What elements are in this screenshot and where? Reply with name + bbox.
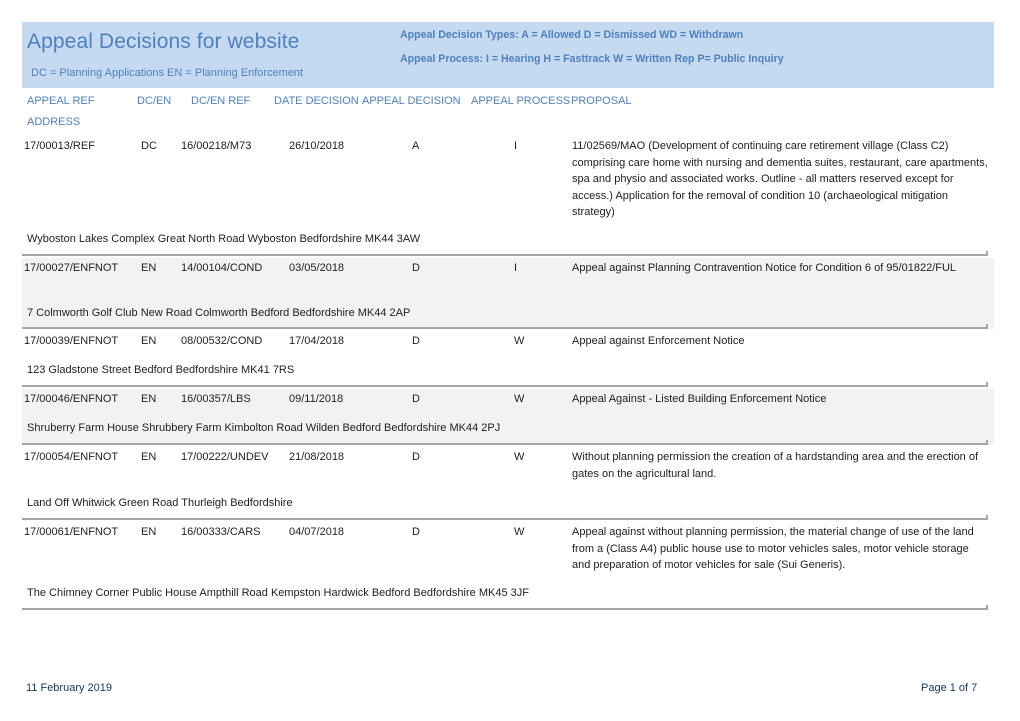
- date-decision-cell: 17/04/2018: [289, 335, 345, 347]
- proposal-cell: Appeal against Planning Contravention No…: [572, 262, 957, 274]
- dc-en-cell: DC: [141, 140, 157, 152]
- appeal-process-cell: W: [514, 451, 525, 463]
- appeal-decision-cell: D: [412, 451, 420, 463]
- type-legend: DC = Planning Applications EN = Planning…: [31, 67, 304, 79]
- appeal-process-cell: W: [514, 393, 525, 405]
- row-divider: [22, 608, 988, 610]
- appeal-decision-cell: D: [412, 393, 420, 405]
- dc-en-ref-cell: 17/00222/UNDEV: [181, 451, 269, 463]
- footer-date: 11 February 2019: [26, 682, 113, 694]
- column-header-dc-en-ref: DC/EN REF: [191, 95, 251, 107]
- appeal-process-cell: I: [514, 262, 518, 274]
- appeal-decision-cell: D: [412, 335, 420, 347]
- proposal-cell: Appeal against without planning permissi…: [572, 526, 974, 571]
- appeal-decision-cell: D: [412, 262, 420, 274]
- column-header-appeal-ref: APPEAL REF: [27, 95, 95, 107]
- row-divider-end: [986, 382, 988, 387]
- appeal-process-cell: I: [514, 140, 518, 152]
- column-header-appeal-decision: APPEAL DECISION: [362, 95, 461, 107]
- dc-en-cell: EN: [141, 335, 157, 347]
- table-row: 17/00039/ENFNOT EN 08/00532/COND 17/04/2018…: [22, 331, 994, 387]
- dc-en-ref-cell: 14/00104/COND: [181, 262, 263, 274]
- row-divider-end: [986, 515, 988, 520]
- appeal-ref-cell: 17/00061/ENFNOT: [24, 526, 119, 538]
- date-decision-cell: 09/11/2018: [289, 393, 344, 405]
- column-header-appeal-process: APPEAL PROCESS: [471, 95, 571, 107]
- row-divider: [22, 518, 988, 520]
- table-row: 17/00046/ENFNOT EN 16/00357/LBS 09/11/2018 D…: [22, 389, 994, 445]
- table-row: 17/00027/ENFNOT EN 14/00104/COND 03/05/2018…: [22, 258, 994, 329]
- column-header-dc-en: DC/EN: [137, 95, 172, 107]
- address-cell: 7 Colmworth Golf Club New Road Colmworth…: [27, 307, 411, 319]
- page-title: Appeal Decisions for website: [27, 30, 300, 53]
- address-cell: 123 Gladstone Street Bedford Bedfordshir…: [27, 364, 295, 376]
- address-cell: Wyboston Lakes Complex Great North Road …: [27, 233, 421, 245]
- proposal-cell: Appeal Against - Listed Building Enforce…: [572, 393, 827, 405]
- page-number: Page 1 of 7: [921, 682, 978, 694]
- address-cell: Land Off Whitwick Green Road Thurleigh B…: [27, 497, 293, 509]
- dc-en-ref-cell: 16/00218/M73: [181, 140, 252, 152]
- address-cell: Shruberry Farm House Shrubbery Farm Kimb…: [27, 422, 501, 434]
- dc-en-cell: EN: [141, 526, 157, 538]
- report-page: Appeal Decisions for website DC = Planni…: [0, 0, 1020, 721]
- date-decision-cell: 04/07/2018: [289, 526, 345, 538]
- appeal-process-cell: W: [514, 526, 525, 538]
- column-header-proposal: PROPOSAL: [571, 95, 632, 107]
- appeal-decision-cell: D: [412, 526, 420, 538]
- proposal-cell: 11/02569/MAO (Development of continuing …: [572, 140, 988, 218]
- column-header-date-decision: DATE DECISION: [274, 95, 359, 107]
- appeal-ref-cell: 17/00054/ENFNOT: [24, 451, 119, 463]
- proposal-cell: Without planning permission the creation…: [572, 451, 979, 480]
- date-decision-cell: 26/10/2018: [289, 140, 345, 152]
- address-cell: The Chimney Corner Public House Ampthill…: [27, 587, 529, 599]
- table-row: 17/00061/ENFNOT EN 16/00333/CARS 04/07/2018…: [22, 522, 994, 610]
- appeal-process-legend: Appeal Process: I = Hearing H = Fasttrac…: [400, 53, 784, 65]
- row-divider-end: [986, 251, 988, 256]
- appeal-process-cell: W: [514, 335, 525, 347]
- decision-types-legend: Appeal Decision Types: A = Allowed D = D…: [400, 29, 744, 41]
- appeal-ref-cell: 17/00027/ENFNOT: [24, 262, 119, 274]
- dc-en-ref-cell: 08/00532/COND: [181, 335, 263, 347]
- row-divider: [22, 327, 988, 329]
- dc-en-cell: EN: [141, 451, 157, 463]
- row-divider: [22, 443, 988, 445]
- appeal-ref-cell: 17/00046/ENFNOT: [24, 393, 119, 405]
- appeal-ref-cell: 17/00013/REF: [24, 140, 95, 152]
- row-divider-end: [986, 324, 988, 329]
- table-row: 17/00054/ENFNOT EN 17/00222/UNDEV 21/08/201…: [22, 447, 994, 520]
- row-divider: [22, 254, 988, 256]
- row-divider-end: [986, 605, 988, 610]
- row-divider-end: [986, 440, 988, 445]
- report-header: Appeal Decisions for website DC = Planni…: [22, 22, 994, 88]
- dc-en-cell: EN: [141, 393, 157, 405]
- table-row: 17/00013/REF DC 16/00218/M73 26/10/2018 A I 11…: [22, 136, 994, 256]
- date-decision-cell: 03/05/2018: [289, 262, 345, 274]
- proposal-cell: Appeal against Enforcement Notice: [572, 335, 745, 347]
- column-header-address: ADDRESS: [27, 116, 81, 128]
- appeal-ref-cell: 17/00039/ENFNOT: [24, 335, 119, 347]
- appeal-decision-cell: A: [412, 140, 420, 152]
- row-divider: [22, 385, 988, 387]
- dc-en-ref-cell: 16/00357/LBS: [181, 393, 251, 405]
- dc-en-cell: EN: [141, 262, 157, 274]
- date-decision-cell: 21/08/2018: [289, 451, 345, 463]
- dc-en-ref-cell: 16/00333/CARS: [181, 526, 261, 538]
